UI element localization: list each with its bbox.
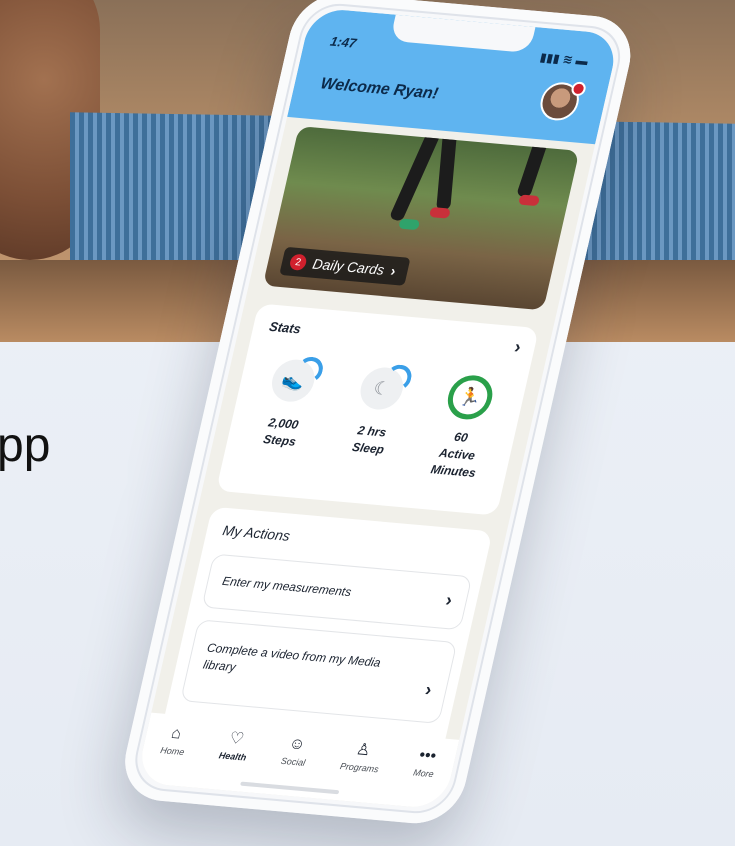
stat-label: Active Minutes [429, 445, 478, 481]
chevron-right-icon[interactable]: › [512, 336, 523, 357]
daily-cards-label: Daily Cards [311, 255, 386, 278]
home-indicator [240, 781, 340, 795]
progress-arc [293, 355, 326, 385]
daily-cards-button[interactable]: 2 Daily Cards › [279, 246, 411, 286]
phone-mockup: 1:47 ▮▮▮ ≋ ▬ Welcome Ryan! 2 Daily Cards… [0, 0, 735, 846]
tab-programs[interactable]: ♙ Programs [339, 740, 384, 774]
shoe-icon: 👟 [267, 355, 326, 404]
my-actions-title: My Actions [221, 521, 292, 544]
tab-social[interactable]: ☺ Social [280, 735, 311, 768]
daily-cards-badge: 2 [288, 253, 308, 271]
home-icon: ⌂ [169, 724, 184, 743]
stat-label: Sleep [350, 439, 386, 457]
phone-notch [389, 14, 536, 54]
stat-value: 2,000 [267, 415, 300, 432]
runner-icon: 🏃 [443, 373, 497, 422]
tab-label: More [412, 767, 435, 780]
action-complete-video[interactable]: Complete a video from my Media library › [180, 619, 458, 724]
shoe-image [398, 218, 421, 231]
more-icon: ••• [417, 746, 438, 766]
stat-value: 60 [452, 429, 470, 445]
action-enter-measurements[interactable]: Enter my measurements › [201, 553, 473, 631]
status-time: 1:47 [328, 33, 358, 51]
tab-health[interactable]: ♡ Health [217, 729, 252, 763]
shoe-image [428, 206, 451, 219]
action-label: Complete a video from my Media library [201, 640, 383, 675]
chevron-right-icon: › [389, 262, 398, 279]
stats-card[interactable]: Stats › 👟 2,000 Steps ☾ 2 hrs Sleep 🏃 60 Ac… [215, 303, 540, 516]
runner-leg-image [516, 136, 550, 198]
chevron-right-icon: › [423, 679, 434, 700]
stat-label: Steps [261, 432, 298, 449]
chevron-right-icon: › [443, 589, 455, 611]
tab-label: Health [217, 750, 248, 763]
progress-arc [382, 363, 415, 392]
moon-icon: ☾ [356, 363, 415, 412]
people-icon: ☺ [287, 735, 308, 754]
tab-more[interactable]: ••• More [412, 747, 439, 780]
welcome-title: Welcome Ryan! [318, 75, 440, 103]
app-header: 1:47 ▮▮▮ ≋ ▬ Welcome Ryan! [287, 7, 621, 145]
tab-home[interactable]: ⌂ Home [159, 724, 190, 757]
phone-frame: 1:47 ▮▮▮ ≋ ▬ Welcome Ryan! 2 Daily Cards… [115, 0, 640, 827]
stat-steps: 👟 2,000 Steps [238, 355, 337, 453]
tab-label: Social [279, 755, 307, 768]
runner-leg-image [436, 129, 458, 210]
heart-icon: ♡ [227, 729, 246, 749]
shoe-image [518, 194, 541, 207]
stats-title: Stats [267, 318, 303, 337]
action-label: Enter my measurements [220, 573, 353, 600]
stat-value: 2 hrs [356, 423, 388, 440]
phone-screen: 1:47 ▮▮▮ ≋ ▬ Welcome Ryan! 2 Daily Cards… [135, 7, 621, 810]
notification-dot [570, 81, 588, 97]
tab-label: Programs [338, 760, 380, 775]
status-icons: ▮▮▮ ≋ ▬ [538, 50, 590, 69]
programs-icon: ♙ [354, 741, 373, 760]
tab-label: Home [159, 745, 186, 758]
daily-cards-hero[interactable]: 2 Daily Cards › [262, 126, 580, 311]
stat-sleep: ☾ 2 hrs Sleep [327, 363, 426, 461]
stat-active-minutes: 🏃 60 Active Minutes [412, 372, 515, 484]
